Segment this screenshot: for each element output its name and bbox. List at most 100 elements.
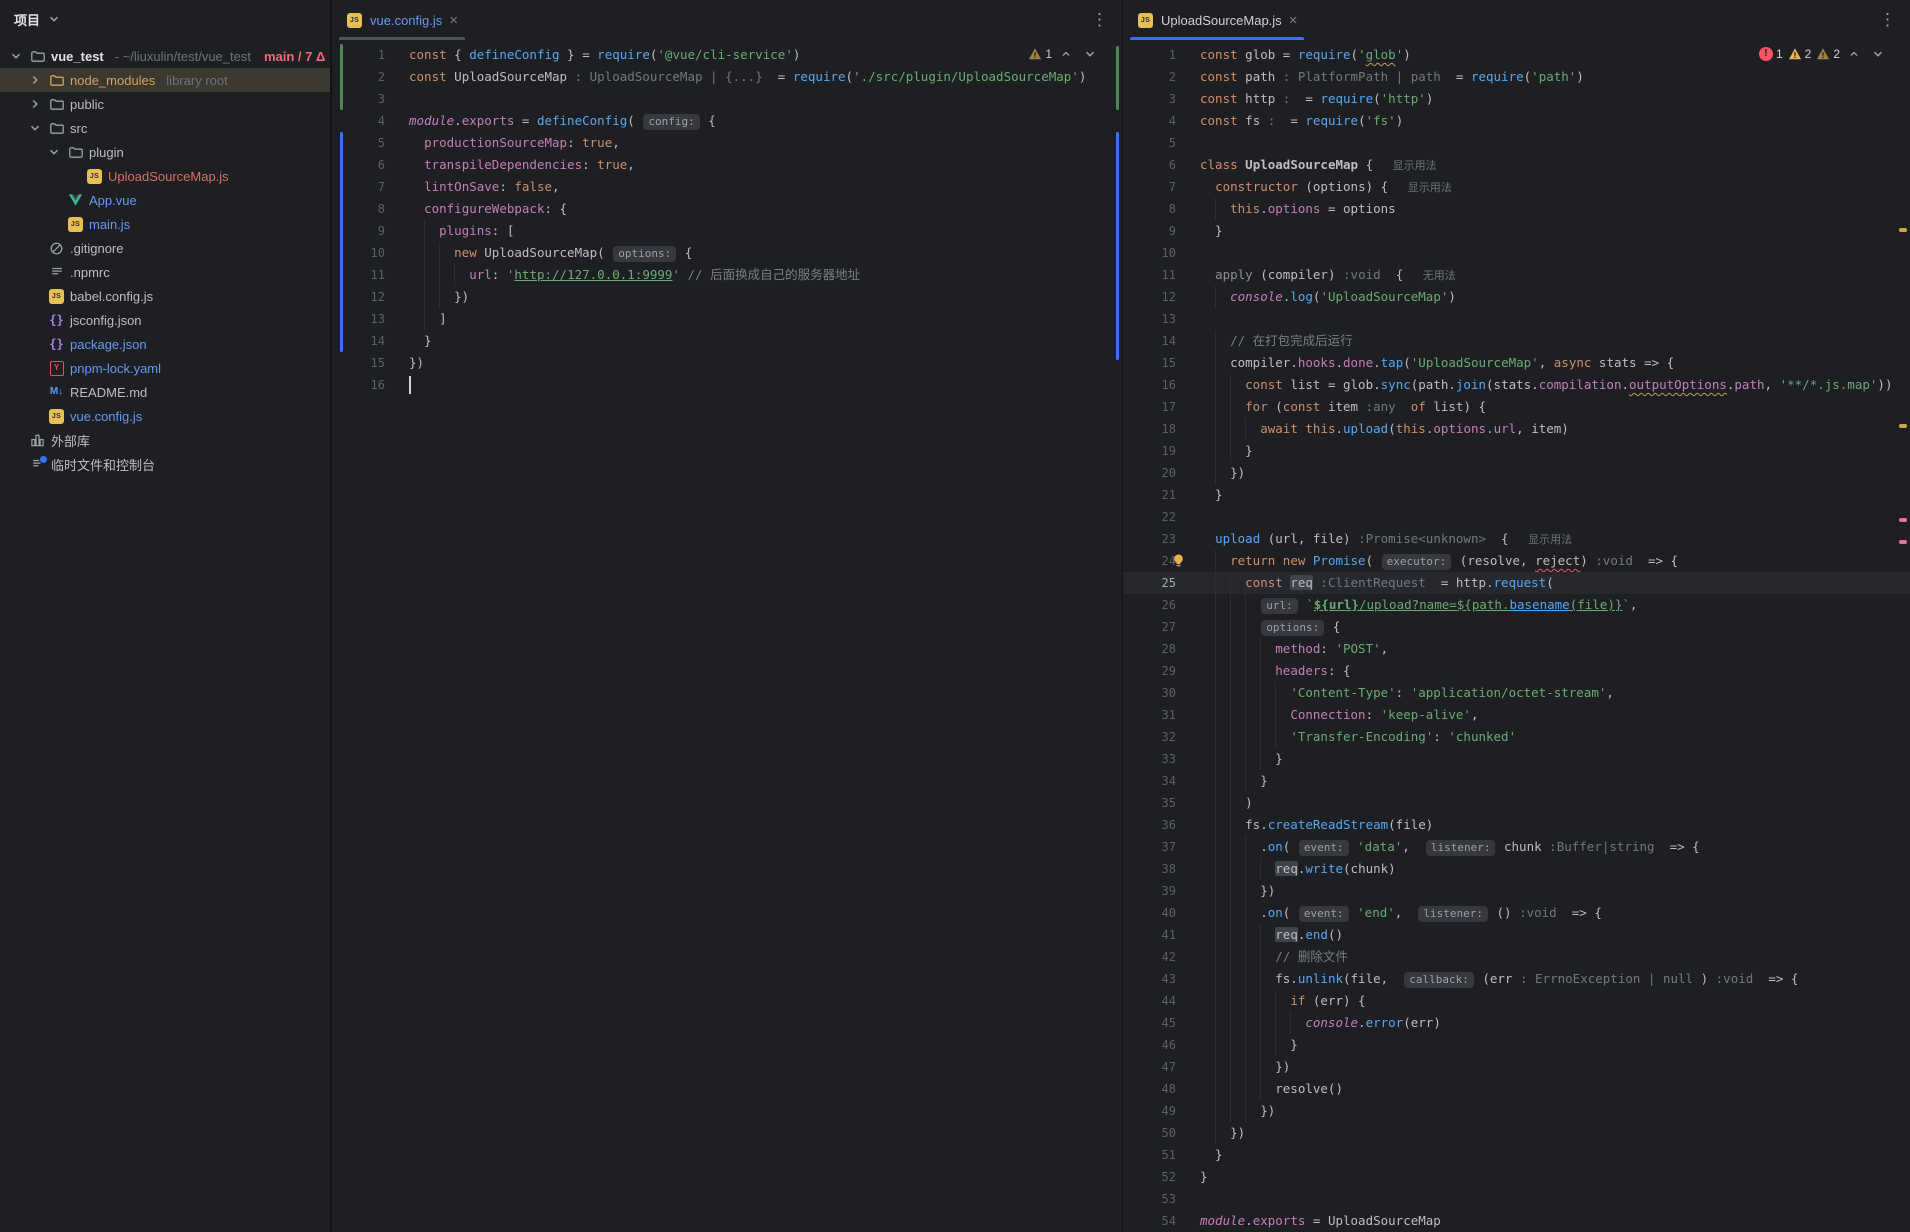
gutter-line-number[interactable]: 53: [1123, 1188, 1200, 1210]
tree-item-临时文件和控制台[interactable]: 临时文件和控制台: [0, 452, 330, 476]
code-line[interactable]: 7 lintOnSave: false,: [332, 176, 1122, 198]
more-options-icon[interactable]: ⋮: [1085, 10, 1114, 30]
editor-vue.config.js[interactable]: 1 const { defineConfig } = require('@vue/…: [332, 40, 1122, 1232]
code-line[interactable]: 9 plugins: [: [332, 220, 1122, 242]
scrollbar-error-stripe[interactable]: [1896, 40, 1910, 1232]
tree-item-vue.config.js[interactable]: JS vue.config.js: [0, 404, 330, 428]
gutter-line-number[interactable]: 21: [1123, 484, 1200, 506]
gutter-line-number[interactable]: 10: [1123, 242, 1200, 264]
tree-item-UploadSourceMap.js[interactable]: JS UploadSourceMap.js: [0, 164, 330, 188]
gutter-line-number[interactable]: 33: [1123, 748, 1200, 770]
gutter-line-number[interactable]: 40: [1123, 902, 1200, 924]
chevron-down-icon[interactable]: [27, 120, 43, 136]
tab-vue.config.js[interactable]: JS vue.config.js ×: [336, 0, 468, 40]
close-icon[interactable]: ×: [449, 13, 458, 28]
code-line[interactable]: 35 ): [1123, 792, 1910, 814]
code-line[interactable]: 32 'Transfer-Encoding': 'chunked': [1123, 726, 1910, 748]
git-branch-badge[interactable]: main / 7 Δ: [264, 49, 325, 64]
tree-item-vue_test[interactable]: vue_test - ~/liuxulin/test/vue_test main /…: [0, 44, 330, 68]
gutter-line-number[interactable]: 18: [1123, 418, 1200, 440]
code-line[interactable]: 45 console.error(err): [1123, 1012, 1910, 1034]
code-line[interactable]: 34 }: [1123, 770, 1910, 792]
gutter-line-number[interactable]: 3: [1123, 88, 1200, 110]
gutter-line-number[interactable]: 50: [1123, 1122, 1200, 1144]
tab-UploadSourceMap.js[interactable]: JS UploadSourceMap.js ×: [1127, 0, 1307, 40]
code-line[interactable]: 15 compiler.hooks.done.tap('UploadSource…: [1123, 352, 1910, 374]
gutter-line-number[interactable]: 51: [1123, 1144, 1200, 1166]
gutter-line-number[interactable]: 54: [1123, 1210, 1200, 1232]
gutter-line-number[interactable]: 16: [1123, 374, 1200, 396]
code-line[interactable]: 36 fs.createReadStream(file): [1123, 814, 1910, 836]
gutter-line-number[interactable]: 43: [1123, 968, 1200, 990]
code-line[interactable]: 42 // 删除文件: [1123, 946, 1910, 968]
tree-item-package.json[interactable]: {} package.json: [0, 332, 330, 356]
intention-bulb-icon[interactable]: [1171, 553, 1186, 568]
code-line[interactable]: 30 'Content-Type': 'application/octet-st…: [1123, 682, 1910, 704]
code-line[interactable]: 5 productionSourceMap: true,: [332, 132, 1122, 154]
code-line[interactable]: 8 this.options = options: [1123, 198, 1910, 220]
project-dropdown[interactable]: 项目: [0, 0, 330, 38]
code-line[interactable]: 14 // 在打包完成后运行: [1123, 330, 1910, 352]
scrollbar-error-stripe[interactable]: [1108, 40, 1122, 1232]
code-line[interactable]: 25 const req :ClientRequest = http.reque…: [1123, 572, 1910, 594]
code-line[interactable]: 5: [1123, 132, 1910, 154]
gutter-line-number[interactable]: 11: [1123, 264, 1200, 286]
code-line[interactable]: 16 const list = glob.sync(path.join(stat…: [1123, 374, 1910, 396]
gutter-line-number[interactable]: 14: [332, 330, 409, 352]
code-line[interactable]: 3 const http : = require('http'): [1123, 88, 1910, 110]
editor-pane-right[interactable]: JS UploadSourceMap.js × ⋮ 1 const glob = requ…: [1122, 0, 1910, 1232]
code-line[interactable]: 10: [1123, 242, 1910, 264]
gutter-line-number[interactable]: 3: [332, 88, 409, 110]
code-line[interactable]: 21 }: [1123, 484, 1910, 506]
code-line[interactable]: 31 Connection: 'keep-alive',: [1123, 704, 1910, 726]
gutter-line-number[interactable]: 22: [1123, 506, 1200, 528]
code-line[interactable]: 16: [332, 374, 1122, 396]
gutter-line-number[interactable]: 27: [1123, 616, 1200, 638]
gutter-line-number[interactable]: 29: [1123, 660, 1200, 682]
gutter-line-number[interactable]: 15: [332, 352, 409, 374]
tree-item-main.js[interactable]: JS main.js: [0, 212, 330, 236]
editor-pane-left[interactable]: JS vue.config.js × ⋮ 1 const { defineConfig }…: [331, 0, 1122, 1232]
gutter-line-number[interactable]: 9: [332, 220, 409, 242]
gutter-line-number[interactable]: 14: [1123, 330, 1200, 352]
code-line[interactable]: 6 transpileDependencies: true,: [332, 154, 1122, 176]
code-line[interactable]: 26 url: `${url}/upload?name=${path.basen…: [1123, 594, 1910, 616]
gutter-line-number[interactable]: 20: [1123, 462, 1200, 484]
gutter-line-number[interactable]: 52: [1123, 1166, 1200, 1188]
code-line[interactable]: 47 }): [1123, 1056, 1910, 1078]
gutter-line-number[interactable]: 15: [1123, 352, 1200, 374]
code-line[interactable]: 51 }: [1123, 1144, 1910, 1166]
code-line[interactable]: 2 const UploadSourceMap : UploadSourceMap…: [332, 66, 1122, 88]
chevron-down-icon[interactable]: [8, 48, 24, 64]
code-line[interactable]: 17 for (const item :any of list) {: [1123, 396, 1910, 418]
code-line[interactable]: 18 await this.upload(this.options.url, i…: [1123, 418, 1910, 440]
code-line[interactable]: 22: [1123, 506, 1910, 528]
gutter-line-number[interactable]: 23: [1123, 528, 1200, 550]
gutter-line-number[interactable]: 38: [1123, 858, 1200, 880]
gutter-line-number[interactable]: 9: [1123, 220, 1200, 242]
code-line[interactable]: 48 resolve(): [1123, 1078, 1910, 1100]
code-line[interactable]: 9 }: [1123, 220, 1910, 242]
tree-item-node_modules[interactable]: node_modules library root: [0, 68, 330, 92]
gutter-line-number[interactable]: 41: [1123, 924, 1200, 946]
tree-item-.gitignore[interactable]: .gitignore: [0, 236, 330, 260]
tree-item-src[interactable]: src: [0, 116, 330, 140]
next-problem-icon[interactable]: [1080, 46, 1100, 62]
code-line[interactable]: 11 url: 'http://127.0.0.1:9999' // 后面换成自…: [332, 264, 1122, 286]
gutter-line-number[interactable]: 24: [1123, 550, 1200, 572]
code-line[interactable]: 4 const fs : = require('fs'): [1123, 110, 1910, 132]
code-line[interactable]: 6 class UploadSourceMap { 显示用法: [1123, 154, 1910, 176]
prev-problem-icon[interactable]: [1845, 47, 1863, 61]
tree-item-App.vue[interactable]: App.vue: [0, 188, 330, 212]
gutter-line-number[interactable]: 6: [332, 154, 409, 176]
gutter-line-number[interactable]: 42: [1123, 946, 1200, 968]
code-line[interactable]: 44 if (err) {: [1123, 990, 1910, 1012]
gutter-line-number[interactable]: 2: [1123, 66, 1200, 88]
tree-item-public[interactable]: public: [0, 92, 330, 116]
tree-item-.npmrc[interactable]: .npmrc: [0, 260, 330, 284]
inspections-widget[interactable]: 1: [1028, 46, 1100, 62]
gutter-line-number[interactable]: 37: [1123, 836, 1200, 858]
code-line[interactable]: 46 }: [1123, 1034, 1910, 1056]
gutter-line-number[interactable]: 19: [1123, 440, 1200, 462]
chevron-down-icon[interactable]: [46, 144, 62, 160]
